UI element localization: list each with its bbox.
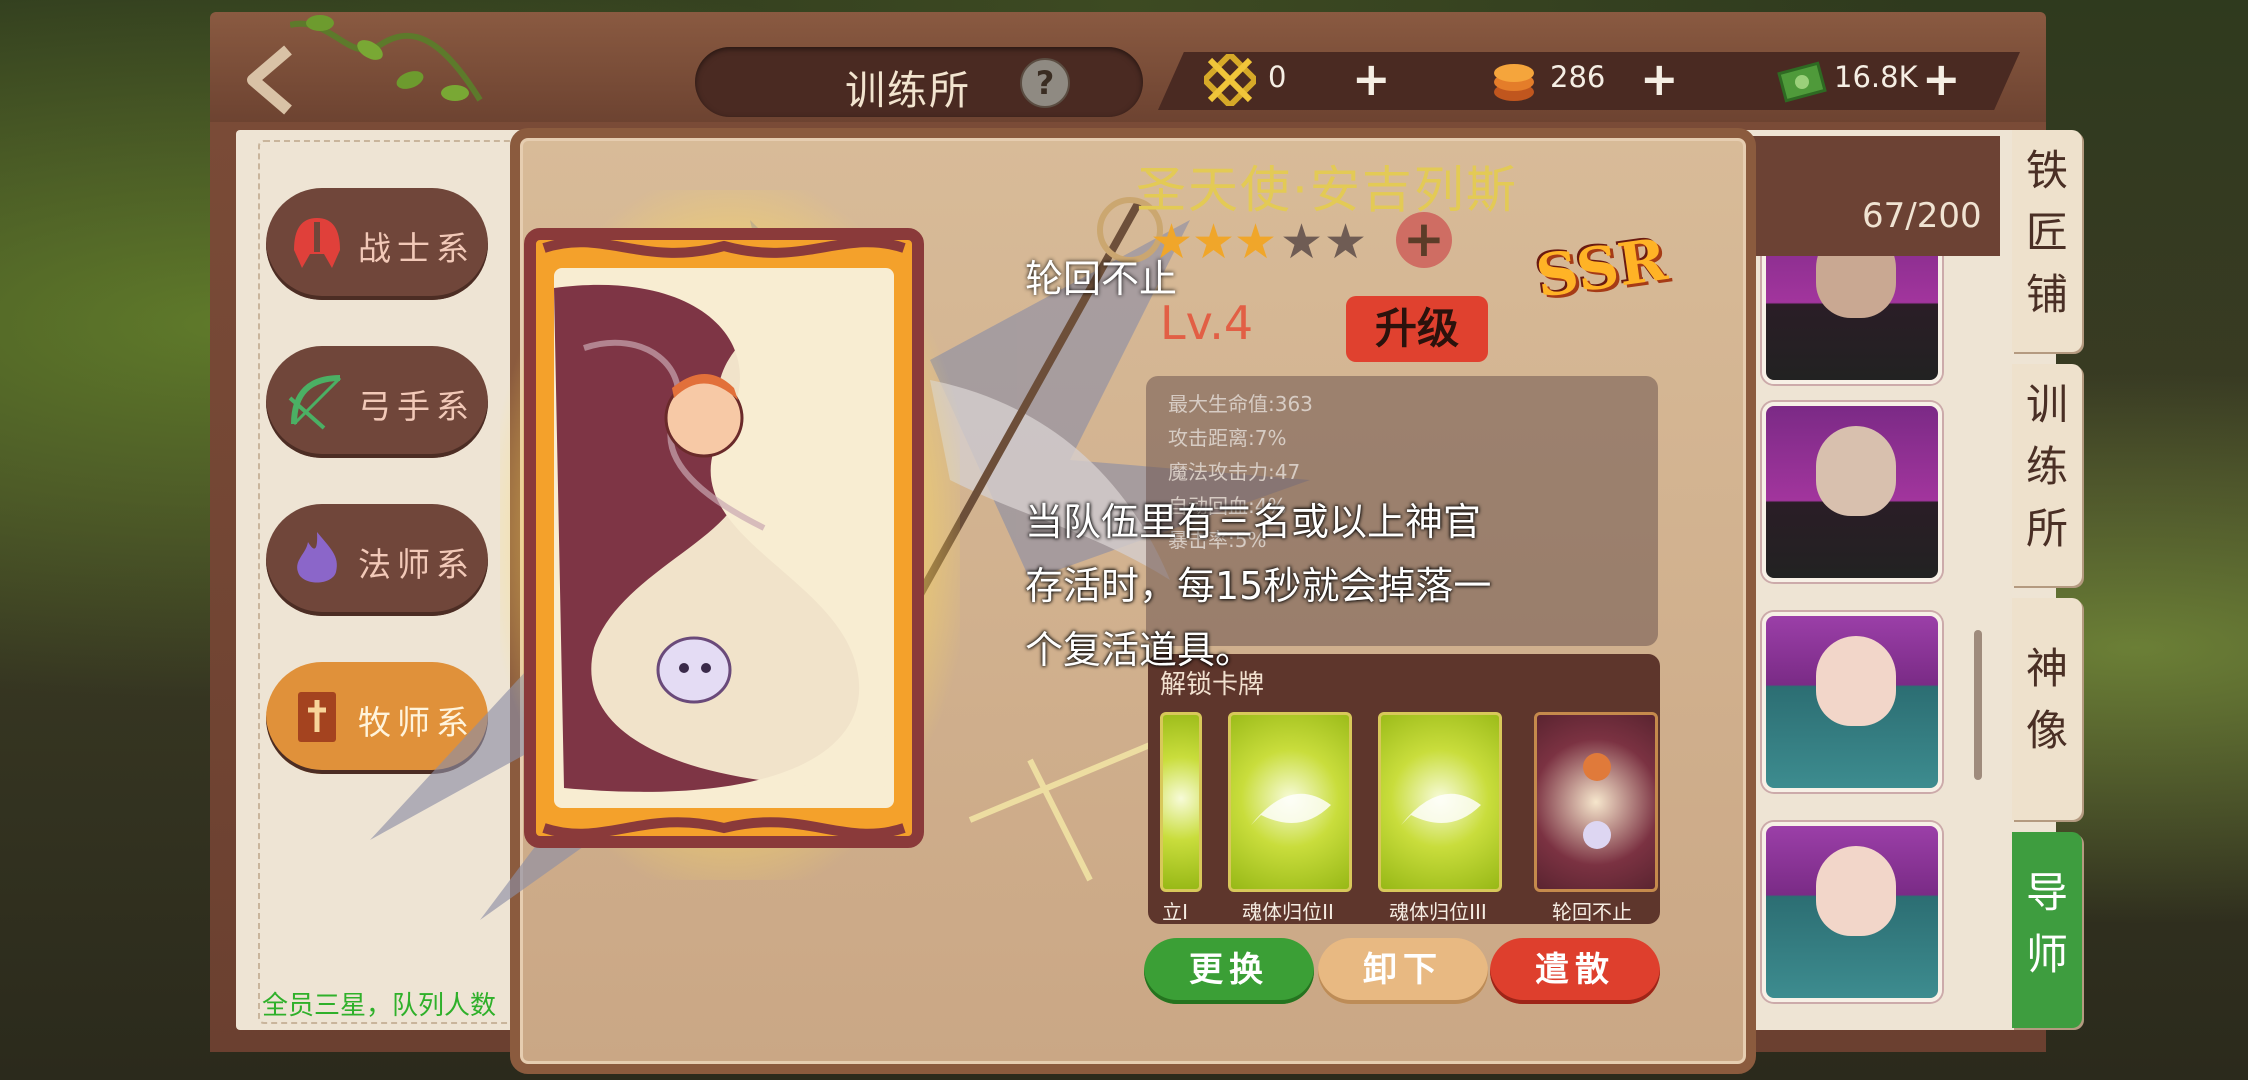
stat-line: 攻击距离:7% — [1168, 426, 1287, 450]
coin-stack-icon — [1494, 64, 1534, 101]
tab-blacksmith[interactable]: 铁匠铺 — [2012, 130, 2082, 352]
currency-3-value: 16.8K — [1834, 60, 1918, 94]
add-currency-2-button[interactable]: + — [1640, 54, 1679, 104]
crossed-gold-icon — [1204, 54, 1256, 106]
star-filled: ★ — [1192, 214, 1236, 270]
tooltip-body: 当队伍里有三名或以上神官存活时，每15秒就会掉落一个复活道具。 — [1025, 500, 1492, 672]
roster-list[interactable] — [1740, 256, 1980, 1026]
add-currency-1-button[interactable]: + — [1352, 54, 1391, 104]
currency-2-value: 286 — [1550, 60, 1606, 94]
reincarnation-card[interactable] — [524, 228, 924, 848]
dismiss-button[interactable]: 遣散 — [1490, 938, 1660, 1004]
tab-mentor-label: 导师 — [2025, 868, 2068, 979]
card-label: 轮回不止 — [1552, 900, 1632, 924]
replace-button[interactable]: 更换 — [1144, 938, 1314, 1004]
yin-yang-icon — [1583, 753, 1611, 849]
tab-blacksmith-label: 铁匠铺 — [2025, 146, 2068, 319]
add-currency-3-button[interactable]: + — [1922, 54, 1961, 104]
tooltip-title: 轮回不止 — [1025, 257, 1178, 301]
roster-portrait[interactable] — [1762, 822, 1942, 1002]
soul-return-icon — [1251, 793, 1331, 825]
hero-level: Lv.4 — [1160, 296, 1254, 350]
star-filled: ★ — [1234, 214, 1278, 270]
roster-count: 67/200 — [1862, 196, 1982, 236]
hero-face — [1816, 636, 1896, 726]
tab-statue-label: 神像 — [2025, 644, 2068, 755]
roster-portrait[interactable] — [1762, 612, 1942, 792]
soul-return-icon — [1401, 793, 1481, 825]
hero-name: 圣天使·安吉列斯 — [1136, 161, 1518, 219]
hero-face — [1816, 846, 1896, 936]
unequip-button[interactable]: 卸下 — [1318, 938, 1488, 1004]
tab-statue[interactable]: 神像 — [2012, 598, 2082, 820]
roster-scrollbar[interactable] — [1974, 630, 1982, 780]
star-up-button[interactable]: + — [1396, 212, 1452, 268]
stat-line: 魔法攻击力:47 — [1168, 460, 1301, 484]
skill-card-selected[interactable] — [1534, 712, 1658, 892]
bottom-tip: 全员三星，队列人数 — [262, 991, 497, 1021]
vine-decoration-icon — [290, 15, 483, 102]
roster-portrait[interactable] — [1762, 256, 1942, 384]
skill-card[interactable] — [1378, 712, 1502, 892]
card-label: 立I — [1162, 900, 1188, 924]
star-empty: ★ — [1324, 214, 1368, 270]
help-button[interactable]: ? — [1020, 58, 1070, 108]
card-label: 魂体归位III — [1389, 900, 1487, 924]
tab-mentor[interactable]: 导师 — [2012, 832, 2082, 1028]
currency-1-value: 0 — [1268, 60, 1287, 94]
hero-face — [1816, 256, 1896, 318]
skill-card[interactable] — [1228, 712, 1352, 892]
hero-face — [1816, 426, 1896, 516]
tab-training[interactable]: 训练所 — [2012, 364, 2082, 586]
star-empty: ★ — [1280, 214, 1324, 270]
cash-icon — [1777, 61, 1827, 103]
skill-card[interactable] — [1160, 712, 1202, 892]
tab-training-label: 训练所 — [2025, 380, 2068, 553]
card-label: 魂体归位II — [1242, 900, 1334, 924]
page-title: 训练所 — [845, 68, 971, 114]
upgrade-button[interactable]: 升级 — [1346, 296, 1488, 362]
roster-portrait[interactable] — [1762, 402, 1942, 582]
stat-line: 最大生命值:363 — [1168, 392, 1313, 416]
